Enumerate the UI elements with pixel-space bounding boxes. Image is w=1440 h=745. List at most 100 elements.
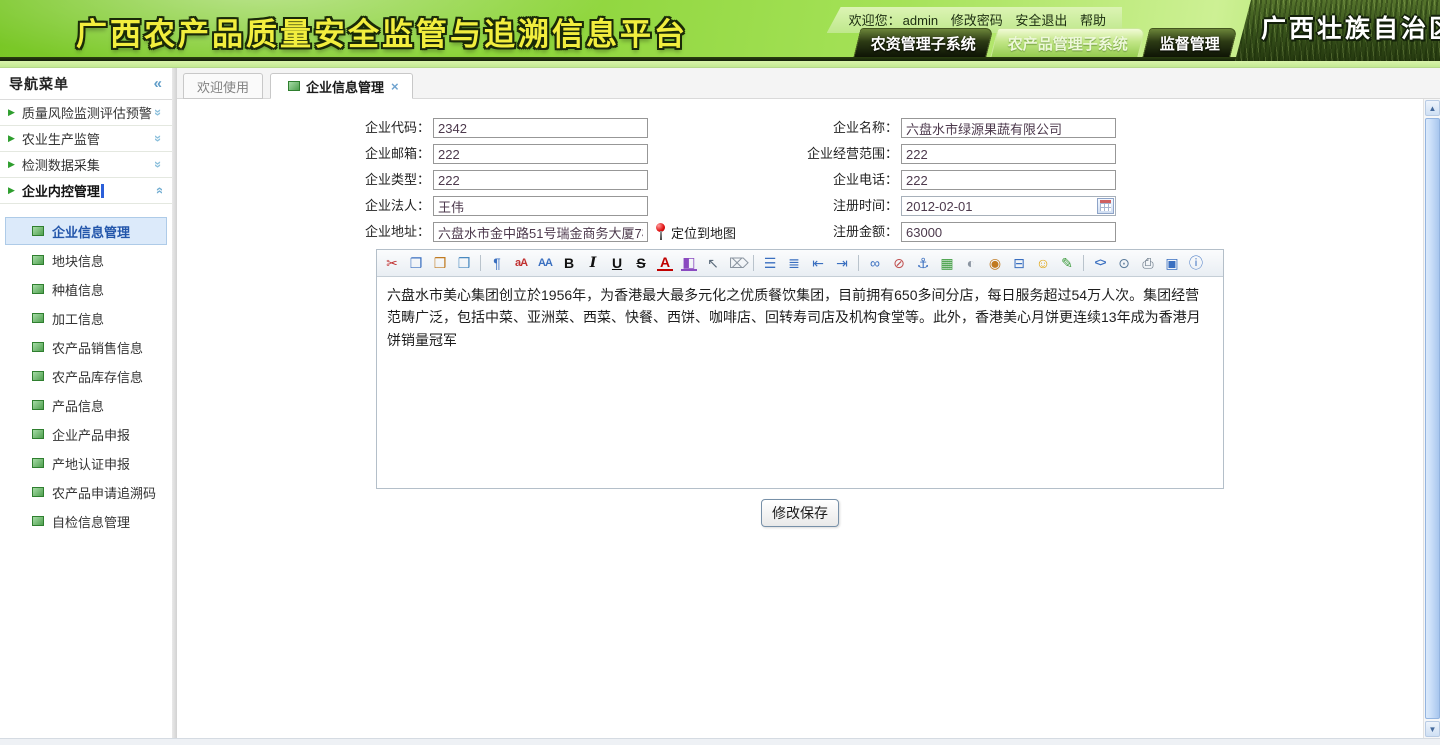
company-name-field: 企业名称： bbox=[651, 118, 1116, 138]
paste-text-icon[interactable]: ❒ bbox=[456, 256, 472, 270]
sidebar-item[interactable]: 自检信息管理 bbox=[5, 507, 167, 535]
scrollbar-thumb[interactable] bbox=[1425, 118, 1440, 719]
company-type-input[interactable] bbox=[433, 170, 648, 190]
sidebar-item-label: 种植信息 bbox=[52, 280, 104, 299]
nav-group-4[interactable]: ▶企业内控管理» bbox=[0, 178, 172, 204]
company-name-input[interactable] bbox=[901, 118, 1116, 138]
font-family-icon[interactable]: aA bbox=[513, 258, 529, 269]
company-phone-input[interactable] bbox=[901, 170, 1116, 190]
system-tab-1[interactable]: 农资管理子系统 bbox=[853, 28, 993, 57]
paste-icon[interactable]: ❒ bbox=[432, 256, 448, 270]
sidebar-item[interactable]: 加工信息 bbox=[5, 304, 167, 332]
font-color-icon[interactable]: A bbox=[657, 255, 673, 271]
company-phone-label: 企业电话： bbox=[651, 170, 901, 190]
scroll-down-button[interactable]: ▼ bbox=[1425, 721, 1440, 737]
sidebar-item[interactable]: 农产品库存信息 bbox=[5, 362, 167, 390]
expand-chevron-icon[interactable]: » bbox=[151, 109, 166, 116]
font-size-icon[interactable]: AA bbox=[537, 258, 553, 269]
cut-icon[interactable]: ✂ bbox=[384, 256, 400, 270]
sidebar-item[interactable]: 企业信息管理 bbox=[5, 217, 167, 245]
source-code-icon[interactable]: <> bbox=[1092, 258, 1108, 269]
nav-group-2[interactable]: ▶农业生产监管» bbox=[0, 126, 172, 152]
triangle-icon: ▶ bbox=[8, 159, 15, 170]
company-email-input[interactable] bbox=[433, 144, 648, 164]
image-icon[interactable]: ▦ bbox=[939, 256, 955, 270]
link-icon[interactable]: ∞ bbox=[867, 256, 883, 270]
content-tab-label: 企业信息管理 bbox=[306, 77, 384, 96]
table-icon[interactable]: ✎ bbox=[1059, 256, 1075, 270]
register-amount-input[interactable] bbox=[901, 222, 1116, 242]
expand-chevron-icon[interactable]: » bbox=[151, 161, 166, 168]
indent-icon[interactable]: ⇥ bbox=[834, 256, 850, 270]
company-type-field: 企业类型： bbox=[177, 170, 651, 190]
legal-person-label: 企业法人： bbox=[177, 196, 433, 216]
underline-icon[interactable]: U bbox=[609, 256, 625, 270]
sidebar-item[interactable]: 产地认证申报 bbox=[5, 449, 167, 477]
content-tab[interactable]: 企业信息管理 × bbox=[270, 73, 413, 99]
calendar-icon[interactable] bbox=[1097, 198, 1114, 214]
legal-person-input-wrap bbox=[433, 196, 648, 216]
strikethrough-icon[interactable]: S bbox=[633, 256, 649, 270]
highlight-color-icon[interactable]: ◧ bbox=[681, 255, 697, 271]
anchor-icon[interactable]: ⚓ bbox=[915, 256, 931, 270]
nav-group-3[interactable]: ▶检测数据采集» bbox=[0, 152, 172, 178]
flash-icon[interactable]: ◐ bbox=[963, 256, 979, 270]
sidebar-item[interactable]: 地块信息 bbox=[5, 246, 167, 274]
save-button[interactable]: 修改保存 bbox=[761, 499, 839, 527]
sidebar-item[interactable]: 农产品销售信息 bbox=[5, 333, 167, 361]
outdent-icon[interactable]: ⇤ bbox=[810, 256, 826, 270]
print-icon[interactable]: ⎙ bbox=[1140, 256, 1156, 270]
logout-link[interactable]: 安全退出 bbox=[1015, 13, 1067, 28]
bold-icon[interactable]: B bbox=[561, 256, 577, 270]
scroll-up-button[interactable]: ▲ bbox=[1425, 100, 1440, 116]
expand-chevron-icon[interactable]: » bbox=[151, 135, 166, 142]
paragraph-format-icon[interactable]: ¶ bbox=[489, 256, 505, 270]
collapse-chevron-icon[interactable]: » bbox=[151, 187, 166, 194]
about-icon[interactable]: ⓘ bbox=[1188, 256, 1204, 270]
fullscreen-icon[interactable]: ▣ bbox=[1164, 256, 1180, 270]
nav-group-label: 质量风险监测评估预警 bbox=[22, 103, 152, 122]
horizontal-scrollbar-track[interactable] bbox=[0, 738, 1440, 745]
company-name-label: 企业名称： bbox=[651, 118, 901, 138]
close-tab-icon[interactable]: × bbox=[391, 79, 399, 94]
vertical-scrollbar[interactable]: ▲ ▼ bbox=[1423, 99, 1440, 738]
collapse-sidebar-icon[interactable]: « bbox=[154, 75, 162, 92]
app-header: 广西农产品质量安全监管与追溯信息平台 欢迎您：admin 修改密码 安全退出 帮… bbox=[0, 0, 1440, 57]
system-tab-2[interactable]: 农产品管理子系统 bbox=[990, 28, 1145, 57]
sidebar-item[interactable]: 种植信息 bbox=[5, 275, 167, 303]
copy-icon[interactable]: ❐ bbox=[408, 256, 424, 270]
sidebar-item[interactable]: 企业产品申报 bbox=[5, 420, 167, 448]
company-code-input[interactable] bbox=[433, 118, 648, 138]
italic-icon[interactable]: I bbox=[585, 256, 601, 270]
horizontal-rule-icon[interactable]: ⊟ bbox=[1011, 256, 1027, 270]
nav-group-1[interactable]: ▶质量风险监测评估预警» bbox=[0, 100, 172, 126]
rich-text-editor: ✂ ❐ ❒ ❒ ¶ aA AA BIUSA ◧ ↖ ⌦ ☰ ≣ ⇤ ⇥ ∞ ⊘ ⚓ ▦ ◐ ◉ ⊟ ☺ ✎ <> ⊙ ⎙ ▣ ⓘ 六盘水… bbox=[376, 249, 1224, 489]
username: admin bbox=[903, 13, 938, 28]
align-icon[interactable]: ☰ bbox=[762, 256, 778, 270]
media-icon[interactable]: ◉ bbox=[987, 256, 1003, 270]
toolbar-separator bbox=[1083, 255, 1084, 271]
content-tab[interactable]: 欢迎使用 bbox=[183, 73, 263, 99]
sidebar: 导航菜单 « ▶质量风险监测评估预警»▶农业生产监管»▶检测数据采集»▶企业内控… bbox=[0, 68, 172, 738]
change-password-link[interactable]: 修改密码 bbox=[951, 13, 1003, 28]
sidebar-item[interactable]: 产品信息 bbox=[5, 391, 167, 419]
business-scope-input[interactable] bbox=[901, 144, 1116, 164]
company-type-input-wrap bbox=[433, 170, 648, 190]
company-address-input[interactable] bbox=[433, 222, 648, 242]
select-icon[interactable]: ↖ bbox=[705, 256, 721, 270]
unlink-icon[interactable]: ⊘ bbox=[891, 256, 907, 270]
app-window: 广西农产品质量安全监管与追溯信息平台 欢迎您：admin 修改密码 安全退出 帮… bbox=[0, 0, 1440, 745]
system-tab-3[interactable]: 监督管理 bbox=[1142, 28, 1237, 57]
help-link[interactable]: 帮助 bbox=[1080, 13, 1106, 28]
eraser-icon[interactable]: ⌦ bbox=[729, 256, 745, 270]
register-time-input[interactable] bbox=[901, 196, 1116, 216]
list-icon[interactable]: ≣ bbox=[786, 256, 802, 270]
sidebar-item-label: 产地认证申报 bbox=[52, 454, 130, 473]
preview-icon[interactable]: ⊙ bbox=[1116, 256, 1132, 270]
nav-group-label: 农业生产监管 bbox=[22, 129, 100, 148]
emoticon-icon[interactable]: ☺ bbox=[1035, 256, 1051, 270]
editor-content[interactable]: 六盘水市美心集团创立於1956年，为香港最大最多元化之优质餐饮集团，目前拥有65… bbox=[377, 277, 1223, 488]
legal-person-input[interactable] bbox=[433, 196, 648, 216]
map-pin-icon[interactable] bbox=[655, 223, 666, 241]
sidebar-item[interactable]: 农产品申请追溯码 bbox=[5, 478, 167, 506]
